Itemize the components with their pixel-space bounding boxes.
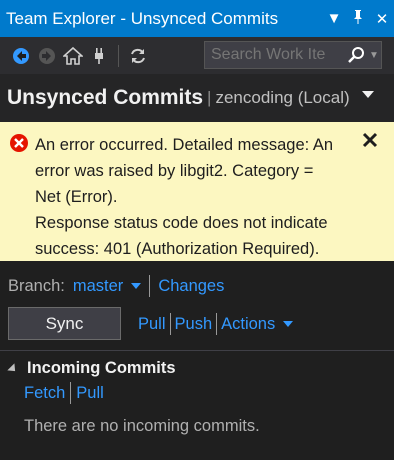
back-icon[interactable]: [8, 43, 34, 69]
branch-row: Branch: master Changes: [8, 275, 224, 297]
push-link[interactable]: Push: [175, 315, 213, 334]
pin-icon[interactable]: [346, 9, 370, 29]
toolbar: ▼: [0, 37, 394, 74]
title-bar: Team Explorer - Unsynced Commits ▼ ✕: [0, 0, 394, 37]
error-line: success: 401 (Authorization Required).: [35, 240, 320, 258]
error-line: Net (Error).: [35, 188, 118, 206]
error-banner: An error occurred. Detailed message: An …: [0, 122, 394, 261]
separator: [216, 313, 218, 335]
error-icon: [9, 133, 29, 158]
refresh-icon[interactable]: [125, 43, 151, 69]
page-dropdown-icon[interactable]: [362, 91, 374, 98]
empty-incoming-message: There are no incoming commits.: [24, 417, 260, 435]
error-message: An error occurred. Detailed message: An …: [35, 132, 365, 262]
page-title: Unsynced Commits: [7, 86, 204, 109]
search-icon[interactable]: [343, 46, 369, 64]
toolbar-separator: [118, 44, 119, 67]
actions-menu[interactable]: Actions: [221, 315, 275, 334]
search-dropdown-icon[interactable]: ▼: [369, 50, 379, 61]
error-line: An error occurred. Detailed message: An: [35, 136, 334, 154]
header-separator: |: [207, 88, 212, 107]
fetch-link[interactable]: Fetch: [24, 384, 65, 403]
actions-dropdown-icon[interactable]: [283, 321, 294, 327]
search-input[interactable]: [205, 45, 343, 65]
sync-button[interactable]: Sync: [8, 307, 121, 340]
incoming-actions: Fetch Pull: [24, 382, 104, 404]
dismiss-error-icon[interactable]: [362, 131, 378, 154]
repo-name: zencoding (Local): [215, 88, 350, 107]
home-icon[interactable]: [60, 43, 86, 69]
error-line: error was raised by libgit2. Category =: [35, 162, 314, 180]
incoming-pull-link[interactable]: Pull: [76, 384, 104, 403]
separator: [70, 382, 72, 404]
window-dropdown-icon[interactable]: ▼: [322, 10, 346, 27]
changes-link[interactable]: Changes: [158, 277, 224, 296]
branch-dropdown-icon[interactable]: [131, 283, 142, 289]
separator: [169, 313, 171, 335]
separator: [149, 275, 151, 297]
actions-row: Pull Push Actions: [138, 313, 294, 335]
error-line: Response status code does not indicate: [35, 214, 328, 232]
window-title: Team Explorer - Unsynced Commits: [6, 8, 279, 28]
pull-link[interactable]: Pull: [138, 315, 166, 334]
forward-icon[interactable]: [34, 43, 60, 69]
branch-selector[interactable]: master: [73, 277, 123, 296]
incoming-title: Incoming Commits: [27, 359, 176, 377]
close-icon[interactable]: ✕: [370, 10, 394, 28]
branch-label: Branch:: [8, 276, 65, 295]
page-header: Unsynced Commits | zencoding (Local): [0, 74, 394, 122]
repo-context: | zencoding (Local): [203, 88, 350, 108]
incoming-section-header[interactable]: Incoming Commits: [7, 359, 176, 378]
section-divider: [0, 350, 394, 351]
search-box[interactable]: ▼: [204, 41, 382, 69]
collapse-triangle-icon[interactable]: [7, 362, 19, 375]
connect-icon[interactable]: [86, 43, 112, 69]
